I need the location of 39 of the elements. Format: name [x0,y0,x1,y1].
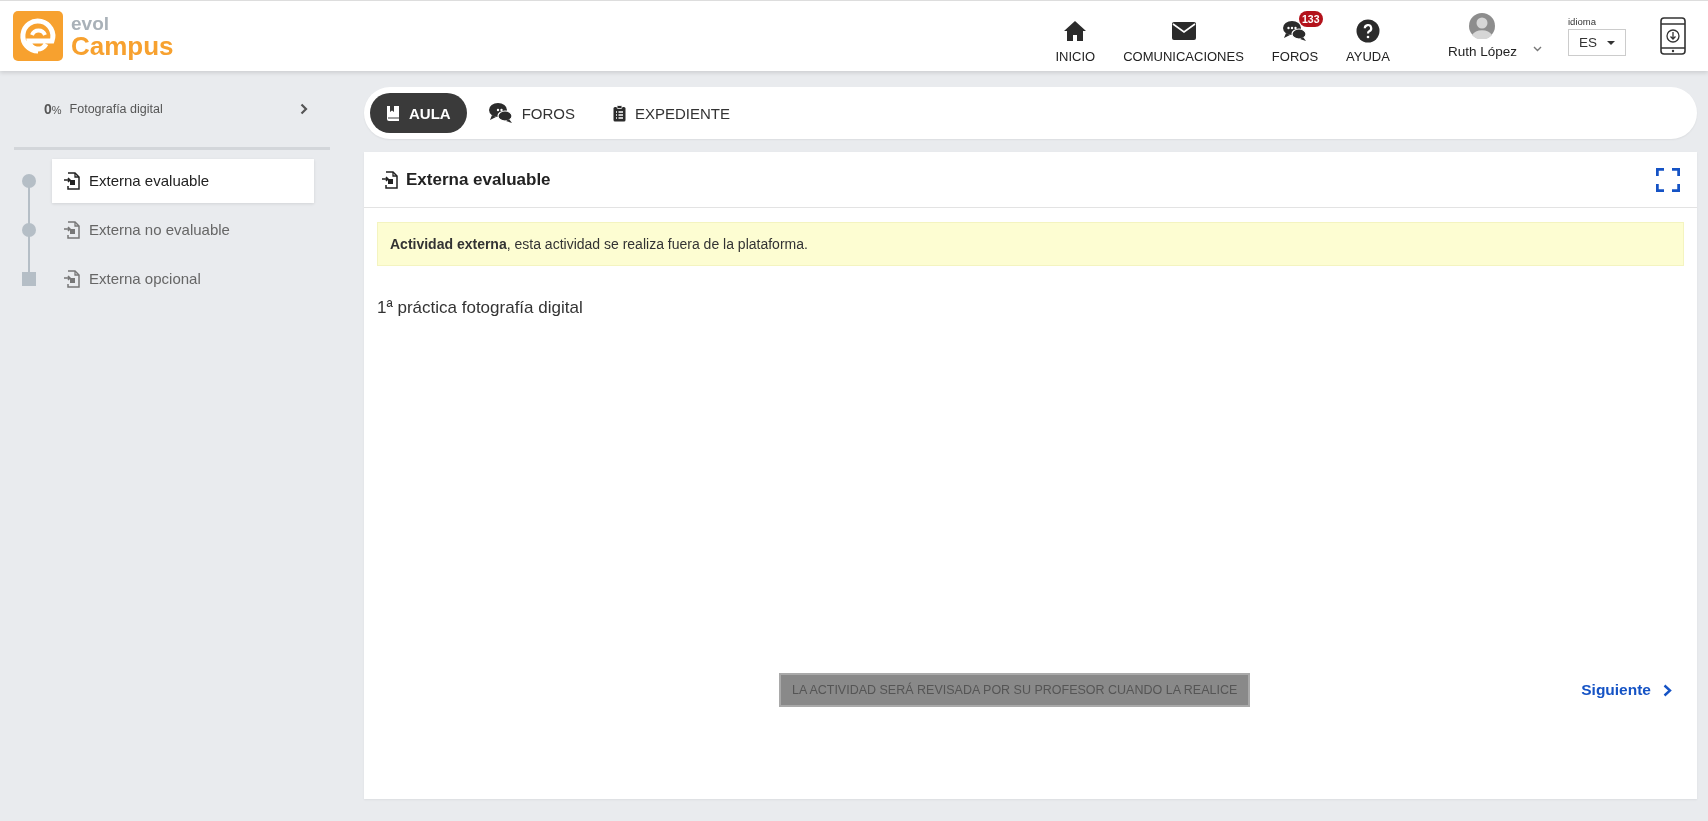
book-icon [386,104,400,122]
nav-item[interactable]: AYUDA [1332,8,1404,64]
avatar-icon [1469,13,1496,39]
fullscreen-icon[interactable] [1656,167,1680,192]
chat-bubbles-icon [488,102,513,124]
language-label: idioma [1568,16,1597,27]
next-link[interactable]: Siguiente [1581,681,1672,699]
tab[interactable]: AULA [370,93,467,133]
tab[interactable]: EXPEDIENTE [597,93,747,133]
logo-icon [13,11,63,61]
nav-item[interactable]: COMUNICACIONES [1109,8,1258,64]
activity-item[interactable]: Externa evaluable [52,158,314,203]
activity-title: Externa evaluable [406,169,551,190]
document-icon [62,219,82,240]
help-icon [1356,18,1380,43]
nav-item[interactable]: INICIO [1041,8,1110,64]
mobile-download-icon[interactable] [1660,17,1686,55]
activity-item[interactable]: Externa opcional [52,256,314,301]
nav-item[interactable]: FOROS 133 [1257,8,1333,64]
document-icon [62,268,82,289]
activity-item[interactable]: Externa no evaluable [52,207,314,252]
course-title: Fotografía digital [69,102,163,116]
language-select[interactable]: ES [1568,29,1626,56]
document-icon [380,169,400,190]
document-icon [62,170,82,191]
user-menu[interactable]: Ruth López [1447,13,1517,59]
tab[interactable]: FOROS [472,93,591,133]
count-badge: 133 [1298,10,1323,27]
caret-icon [1607,40,1615,45]
notice-message: Actividad externa, esta actividad se realiza fuera de la plataforma. [377,222,1684,266]
logo-text: Campus [71,32,174,59]
chevron-right-icon [300,103,308,115]
chevron-down-icon[interactable] [1533,46,1542,52]
clipboard-icon [613,104,626,122]
home-icon [1063,18,1088,43]
chevron-right-icon [1663,683,1672,697]
progress-percent: 0% [44,101,62,117]
logo-text: evol [71,13,111,33]
activity-description: 1ª práctica fotografía digital [377,298,584,318]
